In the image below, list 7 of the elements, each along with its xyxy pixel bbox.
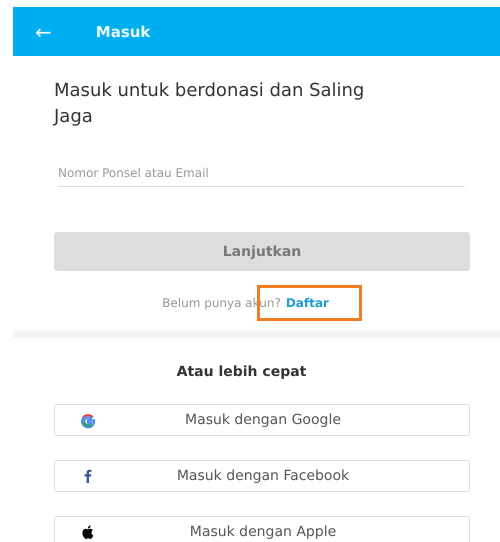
- login-heading: Masuk untuk berdonasi dan Saling Jaga: [54, 79, 366, 129]
- social-login-button[interactable]: Masuk dengan Facebook: [54, 460, 470, 492]
- social-login-button[interactable]: Masuk dengan Apple: [54, 516, 470, 542]
- social-login-button[interactable]: Masuk dengan Google: [54, 404, 470, 436]
- page-title: Masuk: [96, 22, 150, 40]
- google-icon: [79, 411, 97, 429]
- alternative-heading: Atau lebih cepat: [176, 364, 308, 380]
